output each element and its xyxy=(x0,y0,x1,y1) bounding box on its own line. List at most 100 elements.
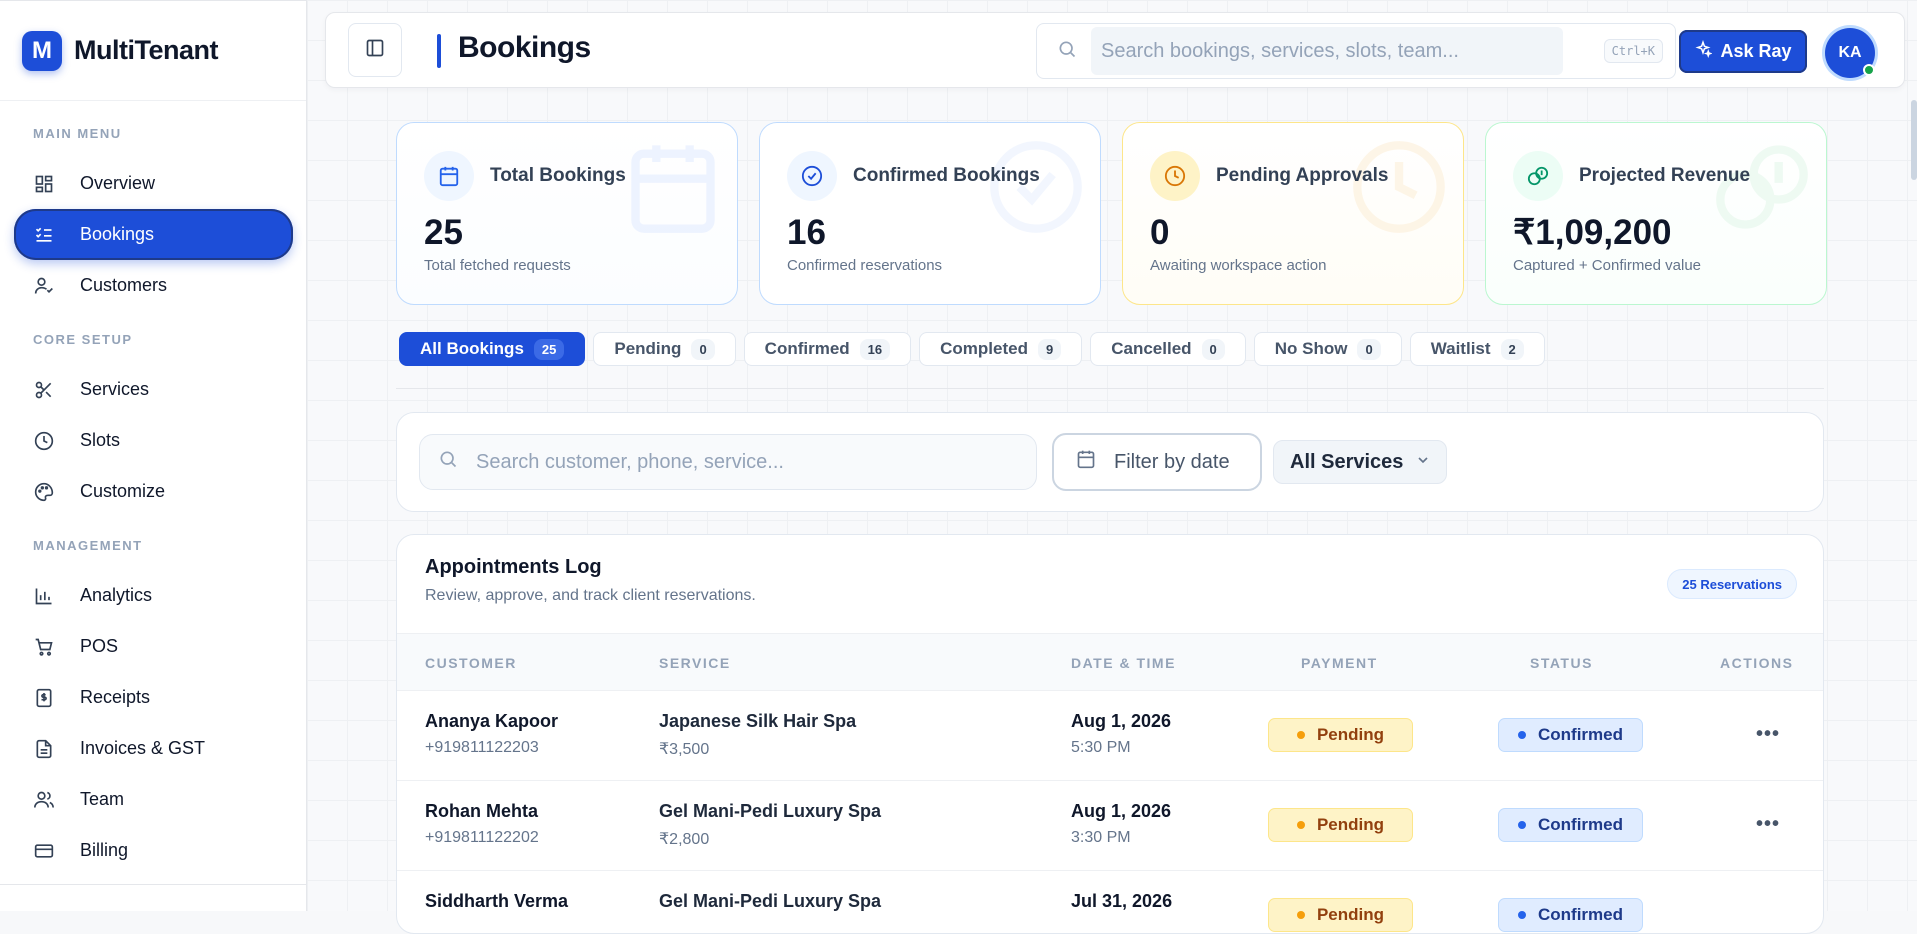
sidebar-item-label: Overview xyxy=(80,173,156,193)
more-actions-icon[interactable]: ••• xyxy=(1756,813,1780,836)
customer-search-placeholder: Search customer, phone, service... xyxy=(476,450,784,473)
tab-pending[interactable]: Pending 0 xyxy=(593,332,736,366)
scrollbar[interactable] xyxy=(1911,100,1917,180)
avatar[interactable]: KA xyxy=(1825,28,1875,78)
booking-status: Confirmed xyxy=(1538,815,1623,834)
sidebar: M MultiTenant MAIN MENU Overview Booking… xyxy=(0,0,307,911)
payment-status: Pending xyxy=(1316,905,1385,924)
tab-cancelled[interactable]: Cancelled 0 xyxy=(1090,332,1246,366)
status-badge: Confirmed xyxy=(1498,718,1643,752)
tab-count: 0 xyxy=(1201,338,1225,360)
stat-value: ₹1,09,200 xyxy=(1513,213,1672,252)
status-dot xyxy=(1296,731,1305,739)
clock-icon xyxy=(1150,151,1200,201)
payment-badge: Pending xyxy=(1268,718,1413,752)
avatar-initials: KA xyxy=(1838,44,1862,61)
sidebar-item-bookings[interactable]: Bookings xyxy=(14,209,293,260)
calendar-icon xyxy=(424,151,474,201)
reservations-count-badge: 25 Reservations xyxy=(1667,569,1797,599)
sidebar-item-overview[interactable]: Overview xyxy=(14,158,293,209)
table-row[interactable]: Siddharth Verma Gel Mani-Pedi Luxury Spa… xyxy=(397,871,1823,933)
brand[interactable]: M MultiTenant xyxy=(0,1,306,101)
check-circle-icon xyxy=(787,151,837,201)
tab-all-bookings[interactable]: All Bookings 25 xyxy=(399,332,586,366)
booking-status: Confirmed xyxy=(1538,725,1623,744)
payment-status: Pending xyxy=(1316,725,1385,744)
tab-count: 2 xyxy=(1500,338,1524,360)
tab-completed[interactable]: Completed 9 xyxy=(919,332,1083,366)
stat-label: Pending Approvals xyxy=(1216,165,1389,186)
sidebar-item-customize[interactable]: Customize xyxy=(14,466,293,517)
filter-date-label: Filter by date xyxy=(1114,450,1230,473)
tab-label: No Show xyxy=(1274,339,1348,358)
sidebar-item-label: Bookings xyxy=(80,224,155,244)
booking-status: Confirmed xyxy=(1538,905,1623,924)
page-title: Bookings xyxy=(458,31,591,64)
status-badge: Confirmed xyxy=(1498,808,1643,842)
sidebar-item-invoices-gst[interactable]: Invoices & GST xyxy=(14,723,293,774)
global-search[interactable]: Search bookings, services, slots, team..… xyxy=(1036,23,1676,79)
clock-watermark-icon xyxy=(1349,137,1449,242)
panel-left-icon xyxy=(365,38,385,63)
section-title-core-setup: CORE SETUP xyxy=(33,332,133,347)
sidebar-item-team[interactable]: Team xyxy=(14,774,293,825)
sidebar-item-pos[interactable]: POS xyxy=(14,621,293,672)
stat-value: 25 xyxy=(424,213,463,252)
sidebar-item-label: Services xyxy=(80,379,150,399)
cart-icon xyxy=(33,636,55,658)
palette-icon xyxy=(33,481,55,503)
ask-ray-button[interactable]: Ask Ray xyxy=(1679,30,1807,73)
stat-card-confirmed-bookings: Confirmed Bookings 16 Confirmed reservat… xyxy=(759,122,1101,305)
global-search-input[interactable]: Search bookings, services, slots, team..… xyxy=(1091,27,1563,75)
tab-confirmed[interactable]: Confirmed 16 xyxy=(743,332,912,366)
credit-card-icon xyxy=(33,840,55,862)
customer-search-input[interactable]: Search customer, phone, service... xyxy=(419,434,1037,490)
chevron-down-icon xyxy=(1415,451,1431,474)
tab-label: All Bookings xyxy=(420,339,524,358)
tab-no-show[interactable]: No Show 0 xyxy=(1253,332,1402,366)
customer-phone: +919811122203 xyxy=(425,739,539,756)
scissors-icon xyxy=(33,379,55,401)
title-accent-bar xyxy=(437,34,441,68)
status-tabs: All Bookings 25 Pending 0 Confirmed 16 Comp… xyxy=(399,332,1545,366)
column-header: ACTIONS xyxy=(1720,655,1794,671)
status-dot xyxy=(1518,821,1526,829)
tab-count: 0 xyxy=(1357,338,1381,360)
booking-date: Aug 1, 2026 xyxy=(1071,711,1172,731)
sidebar-item-label: POS xyxy=(80,636,119,656)
bar-chart-icon xyxy=(33,585,55,607)
grid-icon xyxy=(33,173,55,195)
filter-by-date-button[interactable]: Filter by date xyxy=(1052,433,1262,491)
column-header: SERVICE xyxy=(659,655,731,671)
booking-date: Jul 31, 2026 xyxy=(1071,891,1173,911)
customer-name: Ananya Kapoor xyxy=(425,711,559,731)
sidebar-item-receipts[interactable]: Receipts xyxy=(14,672,293,723)
status-dot xyxy=(1296,911,1305,919)
tab-waitlist[interactable]: Waitlist 2 xyxy=(1409,332,1545,366)
sidebar-item-billing[interactable]: Billing xyxy=(14,825,293,876)
table-row[interactable]: Rohan Mehta +919811122202 Gel Mani-Pedi … xyxy=(397,781,1823,871)
sidebar-item-label: Customers xyxy=(80,275,168,295)
sidebar-item-label: Billing xyxy=(80,840,129,860)
sidebar-item-slots[interactable]: Slots xyxy=(14,415,293,466)
search-icon xyxy=(1057,39,1077,64)
section-title-main-menu: MAIN MENU xyxy=(33,126,122,141)
table-row[interactable]: Ananya Kapoor +919811122203 Japanese Sil… xyxy=(397,691,1823,781)
service-name: Japanese Silk Hair Spa xyxy=(659,711,857,731)
booking-time: 3:30 PM xyxy=(1071,829,1131,846)
customer-name: Siddharth Verma xyxy=(425,891,569,911)
receipt-icon xyxy=(33,687,55,709)
tab-label: Pending xyxy=(614,339,682,358)
sidebar-item-analytics[interactable]: Analytics xyxy=(14,570,293,621)
brand-name: MultiTenant xyxy=(74,35,218,65)
clock-icon xyxy=(33,430,55,452)
service-select[interactable]: All Services xyxy=(1273,440,1447,484)
sidebar-toggle-button[interactable] xyxy=(348,23,402,77)
sidebar-item-services[interactable]: Services xyxy=(14,364,293,415)
status-badge: Confirmed xyxy=(1498,898,1643,932)
tab-label: Waitlist xyxy=(1430,339,1491,358)
sidebar-item-customers[interactable]: Customers xyxy=(14,260,293,311)
sidebar-item-label: Receipts xyxy=(80,687,151,707)
more-actions-icon[interactable]: ••• xyxy=(1756,723,1780,746)
stat-subtext: Awaiting workspace action xyxy=(1150,257,1327,274)
